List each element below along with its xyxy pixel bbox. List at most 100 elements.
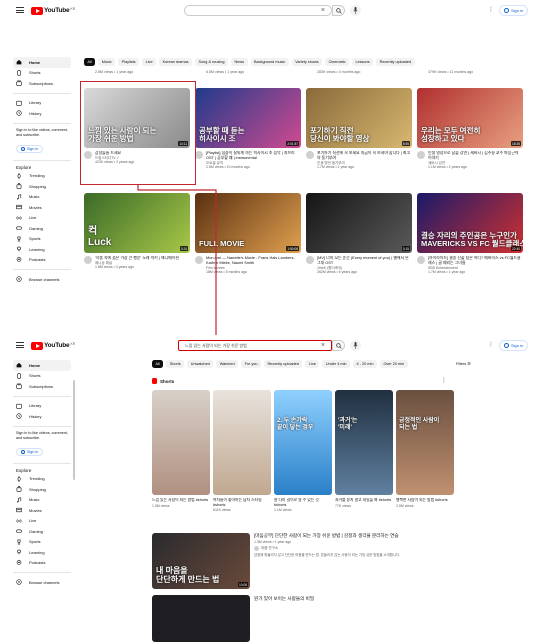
sidebar-sign-in-button[interactable]: Sign in <box>16 447 44 456</box>
sidebar-item-trending[interactable]: Trending <box>13 474 71 485</box>
sidebar-item-trending[interactable]: Trending <box>13 171 71 182</box>
short-card[interactable]: 여자들이 좋아하는 남자 스타일 #shorts 611K views <box>213 390 271 512</box>
chip-news[interactable]: News <box>231 58 248 66</box>
sidebar-item-music[interactable]: Music <box>13 495 71 506</box>
menu-icon[interactable] <box>16 7 24 13</box>
channel-avatar[interactable] <box>195 151 203 159</box>
sidebar-item-podcasts[interactable]: Podcasts <box>13 558 71 569</box>
sidebar-item-home[interactable]: Home <box>13 57 71 68</box>
channel-avatar[interactable] <box>417 256 425 264</box>
youtube-logo[interactable]: YouTube KR <box>31 6 75 15</box>
video-card[interactable]: 공부할 때 듣는 히사이시 조 2:01:57 [Playlist] 집중이 잘되게… <box>195 88 301 170</box>
chip-for-you[interactable]: For you <box>241 360 261 368</box>
video-title[interactable]: [MV] 너의 모든 순간 (Every moment of you) | 별에… <box>317 256 412 266</box>
chip-watched[interactable]: Watched <box>216 360 239 368</box>
short-card[interactable]: '과거'는 '미래' 과거를 묻지 말고 내일을 봐 #shorts 77K vie… <box>335 390 393 508</box>
short-title[interactable]: 여자들이 좋아하는 남자 스타일 #shorts <box>213 498 271 507</box>
sidebar-item-movies[interactable]: Movies <box>13 505 71 516</box>
sign-in-button[interactable]: Sign in <box>499 5 529 16</box>
sidebar-item-movies[interactable]: Movies <box>13 202 71 213</box>
clear-icon[interactable]: × <box>321 6 325 15</box>
sign-in-button[interactable]: Sign in <box>499 340 529 351</box>
sidebar-item-subscriptions[interactable]: Subscriptions <box>13 78 71 89</box>
short-thumbnail[interactable]: '과거'는 '미래' <box>335 390 393 495</box>
sidebar-item-learning[interactable]: Learning <box>13 547 71 558</box>
short-thumbnail[interactable]: 긍정적인 사람이 되는 법 <box>396 390 454 495</box>
sidebar-item-live[interactable]: Live <box>13 213 71 224</box>
search-result-2-title[interactable]: 뭔가 있어 보이는 사람들의 비밀 <box>254 596 314 602</box>
sidebar-item-gaming[interactable]: Gaming <box>13 223 71 234</box>
voice-search-button[interactable] <box>350 340 361 351</box>
short-title[interactable]: 느낌 있는 사람이 되는 방법 #shorts <box>152 498 210 503</box>
chip-variety-shows[interactable]: Variety shows <box>291 58 323 66</box>
short-title[interactable]: 과거를 묻지 말고 내일을 봐 #shorts <box>335 498 393 503</box>
chip-shorts[interactable]: Shorts <box>166 360 185 368</box>
sidebar-item-learning[interactable]: Learning <box>13 244 71 255</box>
settings-kebab-icon[interactable]: ⋮ <box>488 342 494 348</box>
sidebar-item-history[interactable]: History <box>13 411 71 422</box>
sidebar-item-subscriptions[interactable]: Subscriptions <box>13 381 71 392</box>
chip-live[interactable]: Live <box>142 58 157 66</box>
short-card[interactable]: 2. 두 손가락 끝이 닿는 경우팔 다리 길이로 알 수 있는 것 #shor… <box>274 390 332 512</box>
menu-icon[interactable] <box>16 342 24 348</box>
video-thumbnail[interactable]: 포기하기 직전 당신이 봐야할 영상 8:55 <box>306 88 412 148</box>
sidebar-item-library[interactable]: Library <box>13 401 71 412</box>
chip-under-4-min[interactable]: Under 4 min <box>322 360 351 368</box>
chip-live[interactable]: Live <box>305 360 320 368</box>
sidebar-item-podcasts[interactable]: Podcasts <box>13 255 71 266</box>
channel-avatar[interactable] <box>84 256 92 264</box>
youtube-logo[interactable]: YouTube KR <box>31 341 75 350</box>
chip-all[interactable]: All <box>84 58 96 66</box>
short-thumbnail[interactable] <box>152 390 210 495</box>
video-card[interactable]: 우리는 모두 여전히 성장하고 있다 18:35 인생 영상으로 남을 강연 | 세… <box>417 88 523 170</box>
chip-all[interactable]: All <box>152 360 164 368</box>
sidebar-item-sports[interactable]: Sports <box>13 537 71 548</box>
short-thumbnail[interactable]: 2. 두 손가락 끝이 닿는 경우 <box>274 390 332 495</box>
search-button[interactable] <box>332 340 345 351</box>
channel-avatar[interactable] <box>306 256 314 264</box>
chip-song-rousing[interactable]: Song & rousing <box>195 58 228 66</box>
channel-avatar[interactable] <box>417 151 425 159</box>
video-title[interactable]: [하이라이트] 결승 진출 팀은 어디? 매버릭스 vs FC월드클래스 | 골… <box>428 256 523 266</box>
video-card[interactable]: 3:15 [MV] 너의 모든 순간 (Every moment of you) … <box>306 193 412 275</box>
channel-avatar[interactable] <box>306 151 314 159</box>
short-title[interactable]: 행복한 사람이 되는 방법 #shorts <box>396 498 454 503</box>
sidebar-item-history[interactable]: History <box>13 108 71 119</box>
sidebar-item-shopping[interactable]: Shopping <box>13 181 71 192</box>
result-title[interactable]: [마음공부] 단단한 사람이 되는 가장 쉬운 방법 | 감정과 생각을 분리하… <box>254 533 444 539</box>
short-title[interactable]: 팔 다리 길이로 알 수 있는 것 #shorts <box>274 498 332 507</box>
chip-playlists[interactable]: Playlists <box>118 58 140 66</box>
chip-background-music[interactable]: Background music <box>250 58 289 66</box>
short-card[interactable]: 느낌 있는 사람이 되는 방법 #shorts 1.3M views <box>152 390 210 508</box>
sidebar-scrollbar[interactable] <box>73 380 75 480</box>
chip-4-20-min[interactable]: 4 - 20 min <box>353 360 377 368</box>
clear-icon[interactable]: × <box>321 341 325 350</box>
sidebar-item-music[interactable]: Music <box>13 192 71 203</box>
sidebar-item-shopping[interactable]: Shopping <box>13 484 71 495</box>
search-input[interactable]: 느낌 있는 사람이 되는 가장 쉬운 방법 <box>185 343 247 349</box>
result-thumbnail[interactable]: 내 마음을 단단하게 만드는 법 10:06 <box>152 533 250 589</box>
short-thumbnail[interactable] <box>213 390 271 495</box>
video-title[interactable]: [Playlist] 집중이 잘되게 하는 히사이시 조 음악 | 지브리 OS… <box>206 151 301 161</box>
sidebar-item-library[interactable]: Library <box>13 98 71 109</box>
chip-korean-dramas[interactable]: Korean dramas <box>159 58 193 66</box>
video-title[interactable]: 포기하기 직전에 꼭 보세요 지금이 꼭 보셔야 합니다 | 최고의 동기부여 <box>317 151 412 161</box>
sidebar-item-home[interactable]: Home <box>13 360 71 371</box>
chip-recently-uploaded[interactable]: Recently uploaded <box>263 360 303 368</box>
search-result-2-thumbnail[interactable] <box>152 595 250 642</box>
video-thumbnail[interactable]: 3:15 <box>306 193 412 253</box>
sidebar-item-shorts[interactable]: Shorts <box>13 68 71 79</box>
chip-music[interactable]: Music <box>98 58 116 66</box>
video-thumbnail[interactable]: 공부할 때 듣는 히사이시 조 2:01:57 <box>195 88 301 148</box>
chip-unwatched[interactable]: Unwatched <box>187 360 214 368</box>
sidebar-item-shorts[interactable]: Shorts <box>13 371 71 382</box>
video-card[interactable]: 포기하기 직전 당신이 봐야할 영상 8:55 포기하기 직전에 꼭 보세요 지금이… <box>306 88 412 170</box>
channel-name[interactable]: 마음 연구소 <box>261 546 278 551</box>
channel-avatar[interactable] <box>254 545 259 551</box>
sidebar-sign-in-button[interactable]: Sign in <box>16 144 44 153</box>
chip-recently-uploaded[interactable]: Recently uploaded <box>376 58 415 66</box>
voice-search-button[interactable] <box>350 5 361 16</box>
video-card[interactable]: 결승 자리의 주인공은 누구인가 MAVERICKS VS FC 월드클래스 22… <box>417 193 523 275</box>
sidebar-item-browse-channels[interactable]: Browse channels <box>13 274 71 285</box>
search-box[interactable]: 느낌 있는 사람이 되는 가장 쉬운 방법 × <box>178 340 345 351</box>
